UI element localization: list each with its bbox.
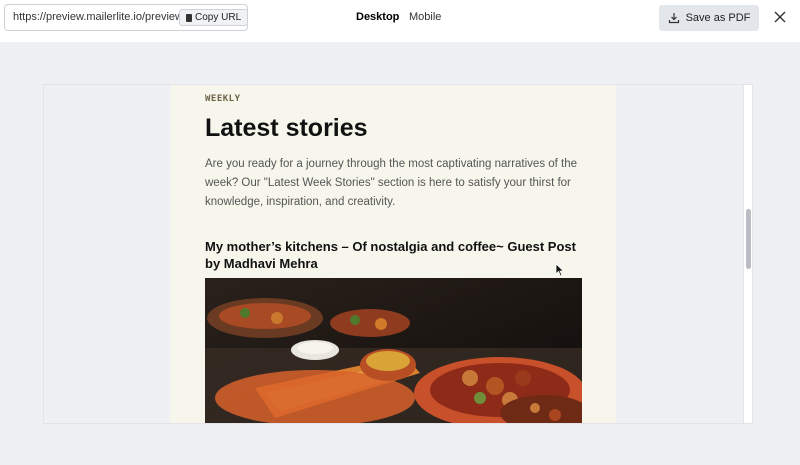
food-photo-illustration (205, 278, 582, 423)
clipboard-icon (186, 13, 192, 22)
save-as-pdf-button[interactable]: Save as PDF (659, 5, 759, 31)
email-title: Latest stories (205, 114, 368, 142)
save-as-pdf-label: Save as PDF (685, 12, 751, 24)
scrollbar[interactable] (743, 85, 752, 423)
url-text: https://preview.mailerlite.io/preview/ (13, 11, 187, 23)
mouse-cursor-icon (555, 263, 565, 277)
copy-url-button[interactable]: Copy URL (179, 9, 247, 26)
email-preview-frame[interactable]: WEEKLY Latest stories Are you ready for … (43, 84, 753, 424)
tab-mobile[interactable]: Mobile (409, 11, 441, 23)
close-icon[interactable] (772, 9, 788, 25)
section-kicker: WEEKLY (205, 94, 241, 104)
download-icon (668, 13, 679, 24)
tab-desktop[interactable]: Desktop (356, 11, 399, 23)
preview-toolbar: https://preview.mailerlite.io/preview/ C… (0, 0, 800, 42)
url-field[interactable]: https://preview.mailerlite.io/preview/ C… (4, 4, 248, 31)
post-title[interactable]: My mother’s kitchens – Of nostalgia and … (205, 238, 585, 272)
email-intro: Are you ready for a journey through the … (205, 158, 578, 208)
food-photo[interactable] (205, 278, 582, 423)
email-body: WEEKLY Latest stories Are you ready for … (170, 85, 616, 423)
copy-url-label: Copy URL (195, 12, 242, 23)
scrollbar-thumb[interactable] (746, 209, 751, 269)
